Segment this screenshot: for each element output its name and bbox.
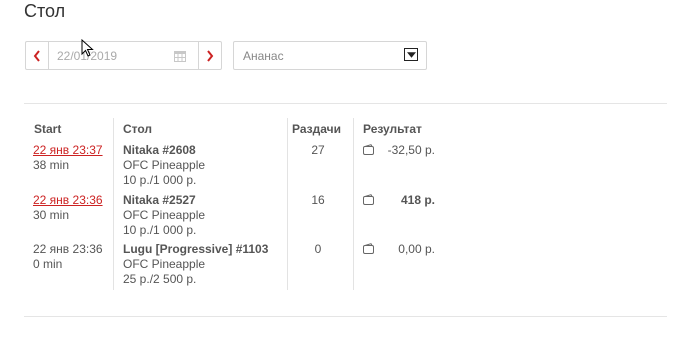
previous-date-button[interactable] <box>26 42 49 69</box>
calendar-icon[interactable] <box>174 50 186 62</box>
divider-bottom <box>24 316 667 317</box>
stakes: 25 р./2 500 р. <box>123 272 197 286</box>
header-result[interactable]: Результат <box>363 122 422 136</box>
result-value: 0,00 р. <box>398 242 435 256</box>
next-date-button[interactable] <box>198 42 221 69</box>
game-type: OFC Pineapple <box>123 257 206 271</box>
table-row: 22 янв 23:36 30 min Nitaka #2527 OFC Pin… <box>24 193 444 241</box>
game-type: OFC Pineapple <box>123 158 206 172</box>
session-start-link[interactable]: 22 янв 23:36 <box>33 193 103 207</box>
date-picker <box>25 41 222 70</box>
table-name: Nitaka #2527 <box>123 193 196 207</box>
page-title: Стол <box>24 1 66 21</box>
mouse-cursor-icon <box>81 39 94 57</box>
table-name: Nitaka #2608 <box>123 143 196 157</box>
stakes: 10 р./1 000 р. <box>123 173 197 187</box>
session-start: 22 янв 23:36 <box>33 242 103 256</box>
hands-count: 0 <box>314 242 322 256</box>
wallet-icon <box>363 144 374 155</box>
session-duration: 0 min <box>33 257 63 271</box>
game-select[interactable]: Ананас <box>233 41 427 70</box>
session-duration: 38 min <box>33 158 70 172</box>
session-start-link[interactable]: 22 янв 23:37 <box>33 143 103 157</box>
chevron-down-icon[interactable] <box>404 48 418 61</box>
game-type: OFC Pineapple <box>123 208 206 222</box>
stakes: 10 р./1 000 р. <box>123 223 197 237</box>
result-value: 418 р. <box>400 193 435 207</box>
game-select-value: Ананас <box>243 49 284 63</box>
header-start[interactable]: Start <box>34 122 61 136</box>
wallet-icon <box>363 194 374 205</box>
chevron-right-icon <box>207 49 214 62</box>
header-table[interactable]: Стол <box>123 122 152 136</box>
header-hands[interactable]: Раздачи <box>292 122 341 136</box>
wallet-icon <box>363 243 374 254</box>
hands-count: 27 <box>311 143 325 157</box>
result-value: -32,50 р. <box>387 143 435 157</box>
hands-count: 16 <box>311 193 325 207</box>
table-row: 22 янв 23:36 0 min Lugu [Progressive] #1… <box>24 242 444 290</box>
table-row: 22 янв 23:37 38 min Nitaka #2608 OFC Pin… <box>24 143 444 191</box>
session-duration: 30 min <box>33 208 70 222</box>
divider-top <box>24 103 667 104</box>
table-name: Lugu [Progressive] #1103 <box>123 242 269 256</box>
chevron-left-icon <box>33 49 40 62</box>
date-input[interactable] <box>49 42 193 69</box>
